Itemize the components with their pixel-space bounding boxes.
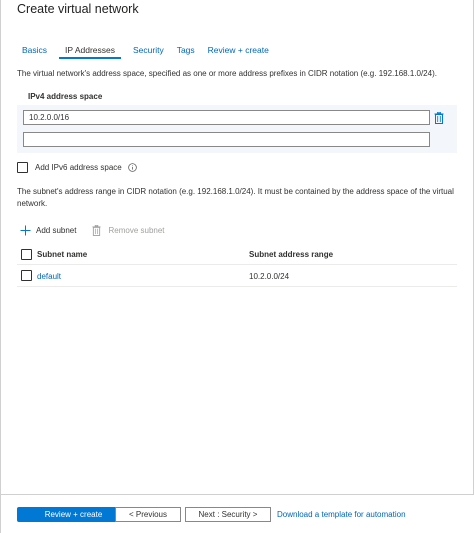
tab-security[interactable]: Security xyxy=(133,42,164,59)
ipv6-label: Add IPv6 address space xyxy=(35,163,122,172)
info-icon[interactable] xyxy=(127,163,137,172)
column-subnet-name: Subnet name xyxy=(37,250,88,259)
table-row: default 10.2.0.0/24 xyxy=(17,266,457,287)
next-security-button[interactable]: Next : Security > xyxy=(185,507,271,522)
tab-basics[interactable]: Basics xyxy=(17,42,47,59)
plus-icon xyxy=(20,225,31,236)
column-subnet-range: Subnet address range xyxy=(249,250,334,259)
download-template-link[interactable]: Download a template for automation xyxy=(277,510,406,519)
page-title: Create virtual network xyxy=(17,2,139,16)
new-address-prefix-input[interactable] xyxy=(23,132,430,147)
ipv6-option: Add IPv6 address space xyxy=(17,162,137,173)
blade-frame: Create virtual network Basics IP Address… xyxy=(0,0,474,533)
ipv4-address-space-label: IPv4 address space xyxy=(28,92,103,101)
tab-ip-addresses[interactable]: IP Addresses xyxy=(59,42,121,59)
trash-icon xyxy=(92,225,103,236)
tab-review-create[interactable]: Review + create xyxy=(208,42,269,59)
select-all-checkbox[interactable] xyxy=(21,249,32,260)
tab-tags[interactable]: Tags xyxy=(177,42,195,59)
subnet-command-bar: Add subnet Remove subnet xyxy=(20,225,165,236)
review-create-button[interactable]: Review + create xyxy=(17,507,130,522)
subnet-name-link[interactable]: default xyxy=(37,272,61,281)
footer-bar: Review + create < Previous Next : Securi… xyxy=(1,494,474,533)
address-prefix-input[interactable] xyxy=(23,110,430,125)
row-checkbox[interactable] xyxy=(21,270,32,281)
ipv6-checkbox[interactable] xyxy=(17,162,28,173)
add-subnet-button[interactable]: Add subnet xyxy=(20,225,76,236)
trash-icon xyxy=(434,112,444,124)
remove-subnet-button[interactable]: Remove subnet xyxy=(92,225,165,236)
tab-strip: Basics IP Addresses Security Tags Review… xyxy=(17,42,282,59)
address-space-description: The virtual network's address space, spe… xyxy=(17,69,437,78)
subnet-range: 10.2.0.0/24 xyxy=(249,272,290,281)
remove-subnet-label: Remove subnet xyxy=(108,226,165,235)
delete-prefix-button[interactable] xyxy=(433,111,445,125)
subnet-description: The subnet's address range in CIDR notat… xyxy=(17,187,454,208)
subnet-grid-header: Subnet name Subnet address range xyxy=(17,245,457,265)
previous-button[interactable]: < Previous xyxy=(115,507,181,522)
add-subnet-label: Add subnet xyxy=(36,226,77,235)
